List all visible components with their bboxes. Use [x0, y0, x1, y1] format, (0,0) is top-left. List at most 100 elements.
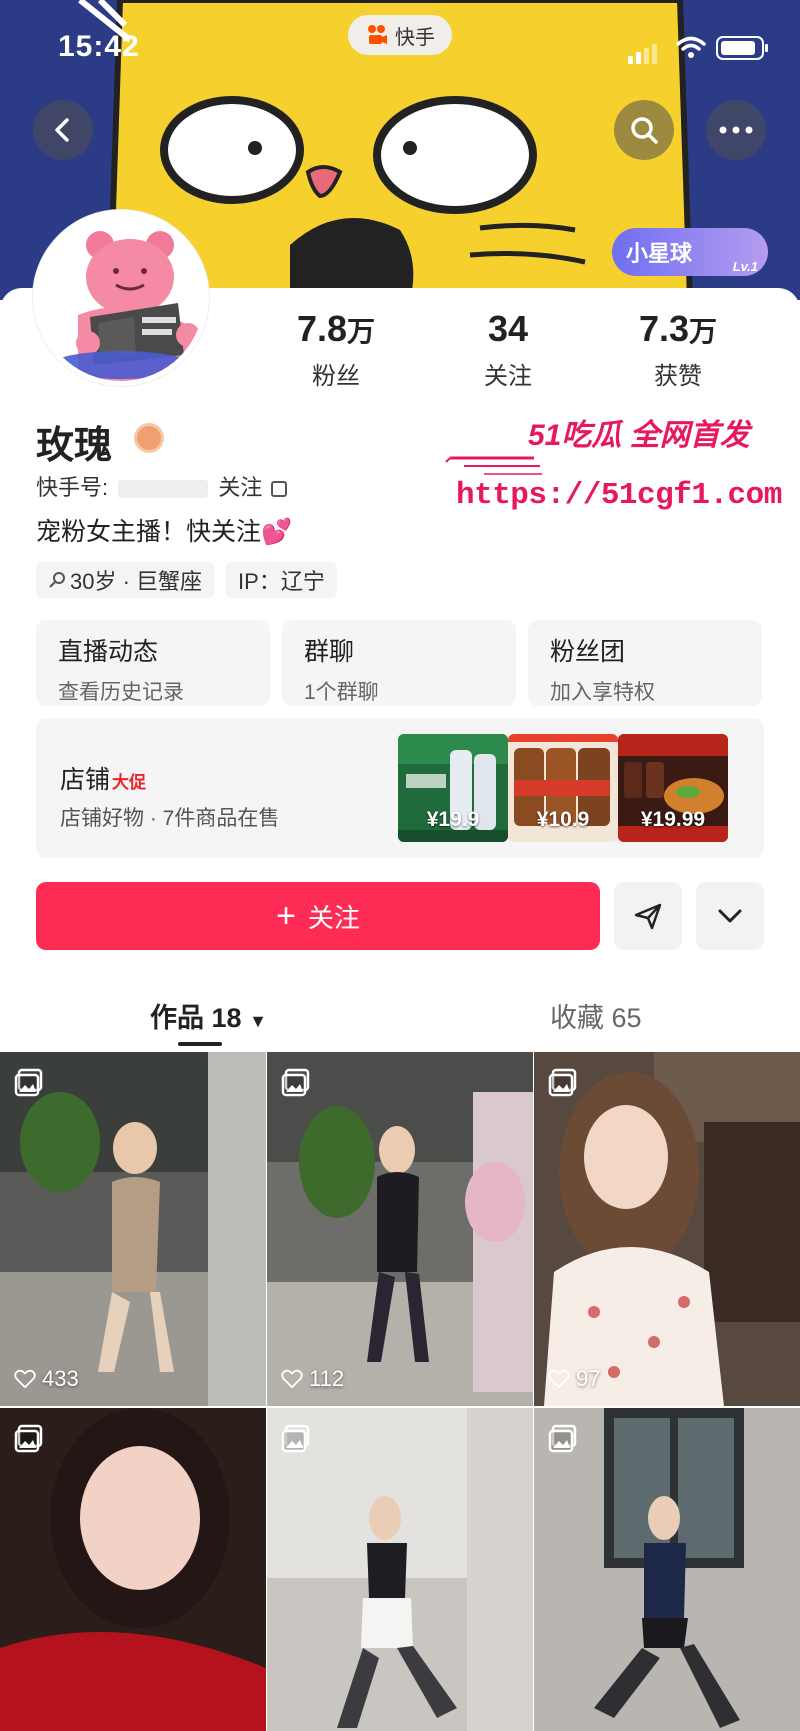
likes-count: 112 — [309, 1366, 345, 1391]
post-thumbnail — [0, 1052, 266, 1406]
likes-count: 97 — [576, 1366, 601, 1391]
app-name: 快手 — [395, 26, 435, 49]
product-thumb[interactable]: ¥19.99 — [618, 734, 728, 842]
caret-down-icon: ▼ — [249, 1011, 267, 1031]
feature-title: 粉丝团 — [550, 638, 626, 666]
product-price: ¥19.9 — [426, 808, 480, 831]
battery-icon — [716, 36, 768, 60]
post-tile[interactable]: 112 — [267, 1052, 533, 1406]
profile-name: 玫瑰 — [36, 425, 113, 467]
stat-followers[interactable]: 7.8万 粉丝 — [256, 308, 416, 391]
feature-live-history[interactable]: 直播动态 查看历史记录 — [36, 620, 270, 706]
planet-badge-label: 小星球 — [626, 241, 693, 266]
post-likes: 433 — [14, 1366, 79, 1392]
little-planet-badge[interactable]: 小星球 Lv.1 — [612, 228, 768, 276]
tag-ip: IP：辽宁 — [226, 562, 337, 598]
stat-label: 粉丝 — [312, 363, 360, 390]
stat-likes[interactable]: 7.3万 获赞 — [598, 308, 758, 391]
post-tile[interactable]: 97 — [534, 1052, 800, 1406]
product-price: ¥19.99 — [640, 808, 706, 831]
image-post-icon — [548, 1424, 577, 1453]
post-thumbnail — [267, 1408, 533, 1731]
shop-title-text: 店铺 — [60, 766, 111, 794]
status-time: 15:42 — [58, 30, 140, 63]
message-button[interactable] — [614, 882, 682, 950]
post-thumbnail — [0, 1408, 266, 1731]
back-button[interactable] — [33, 100, 93, 160]
feature-subtitle: 加入享特权 — [550, 681, 655, 704]
feature-title: 群聊 — [304, 638, 355, 666]
planet-level: Lv.1 — [732, 259, 758, 274]
likes-count: 433 — [42, 1366, 79, 1391]
feature-subtitle: 查看历史记录 — [58, 681, 184, 704]
search-button[interactable] — [614, 100, 674, 160]
status-bar: 15:42 快手 — [0, 0, 800, 95]
kuaishou-id-label: 快手号: — [36, 475, 109, 500]
post-tile[interactable] — [267, 1408, 533, 1731]
post-thumbnail — [534, 1052, 800, 1406]
product-thumb[interactable]: ¥19.9 — [398, 734, 508, 842]
tab-favorites[interactable]: 收藏 65 — [550, 996, 642, 1035]
post-tile[interactable] — [0, 1408, 266, 1731]
feature-group-chat[interactable]: 群聊 1个群聊 — [282, 620, 516, 706]
redacted-id — [118, 480, 209, 499]
plus-icon: + — [276, 896, 296, 935]
shop-card[interactable]: 店铺 大促 店铺好物 · 7件商品在售 ¥19.9 ¥10.9 ¥19.99 — [36, 718, 764, 858]
wifi-icon — [676, 36, 706, 58]
verified-badge-icon[interactable] — [134, 423, 164, 453]
shop-promo: 大促 — [112, 773, 147, 792]
search-icon — [631, 117, 658, 144]
post-likes: 112 — [281, 1366, 344, 1392]
product-price: ¥10.9 — [536, 808, 590, 831]
feature-subtitle: 1个群聊 — [304, 681, 379, 704]
shop-subtitle: 店铺好物 · 7件商品在售 — [60, 807, 280, 830]
post-tile[interactable] — [534, 1408, 800, 1731]
profile-bio: 宠粉女主播！快关注💕 — [36, 518, 293, 546]
copy-icon[interactable] — [270, 481, 287, 498]
app-badge: 快手 — [348, 15, 452, 55]
kuaishou-id-value: 关注 — [218, 475, 263, 500]
send-icon — [634, 903, 662, 930]
profile-tags: 30岁 · 巨蟹座 IP：辽宁 — [36, 562, 337, 598]
chevron-left-icon — [55, 118, 69, 142]
female-icon — [49, 572, 65, 588]
post-thumbnail — [534, 1408, 800, 1731]
tag-text: IP：辽宁 — [238, 569, 325, 594]
image-post-icon — [14, 1068, 43, 1097]
image-post-icon — [281, 1068, 310, 1097]
avatar[interactable] — [33, 210, 209, 386]
shop-title: 店铺 大促 — [60, 760, 146, 796]
stat-value: 7.3 — [638, 308, 690, 349]
watermark-title: 51吃瓜 全网首发 — [528, 419, 750, 452]
follow-button[interactable]: + 关注 — [36, 882, 600, 950]
stat-value: 7.8 — [296, 308, 348, 349]
heart-icon — [281, 1369, 303, 1389]
content-tabs: 作品 18 ▼ 收藏 65 — [0, 996, 800, 1052]
image-post-icon — [14, 1424, 43, 1453]
stat-unit: 万 — [347, 316, 376, 347]
watermark: 51吃瓜 全网首发 https://51cgf1.com — [444, 410, 782, 520]
kuaishou-id[interactable]: 快手号: 关注 — [36, 470, 287, 502]
image-post-icon — [548, 1068, 577, 1097]
more-actions-button[interactable] — [696, 882, 764, 950]
stat-label: 关注 — [484, 363, 532, 390]
post-tile[interactable]: 433 — [0, 1052, 266, 1406]
tab-works[interactable]: 作品 18 ▼ — [150, 996, 267, 1035]
post-likes: 97 — [548, 1366, 600, 1392]
tag-age-zodiac: 30岁 · 巨蟹座 — [36, 562, 215, 598]
tab-active-indicator — [178, 1042, 222, 1046]
more-button[interactable] — [706, 100, 766, 160]
chevron-down-icon — [718, 909, 742, 923]
stat-value: 34 — [487, 308, 529, 349]
more-dots-icon — [719, 126, 753, 134]
feature-row: 直播动态 查看历史记录 群聊 1个群聊 粉丝团 加入享特权 — [36, 620, 762, 706]
image-post-icon — [281, 1424, 310, 1453]
product-thumb[interactable]: ¥10.9 — [508, 734, 618, 842]
feature-title: 直播动态 — [58, 638, 159, 666]
signal-icon — [628, 44, 657, 64]
feature-fan-club[interactable]: 粉丝团 加入享特权 — [528, 620, 762, 706]
stat-following[interactable]: 34 关注 — [428, 308, 588, 391]
tag-text: 30岁 · 巨蟹座 — [70, 569, 203, 594]
follow-label: 关注 — [307, 902, 360, 933]
stat-unit: 万 — [689, 316, 718, 347]
